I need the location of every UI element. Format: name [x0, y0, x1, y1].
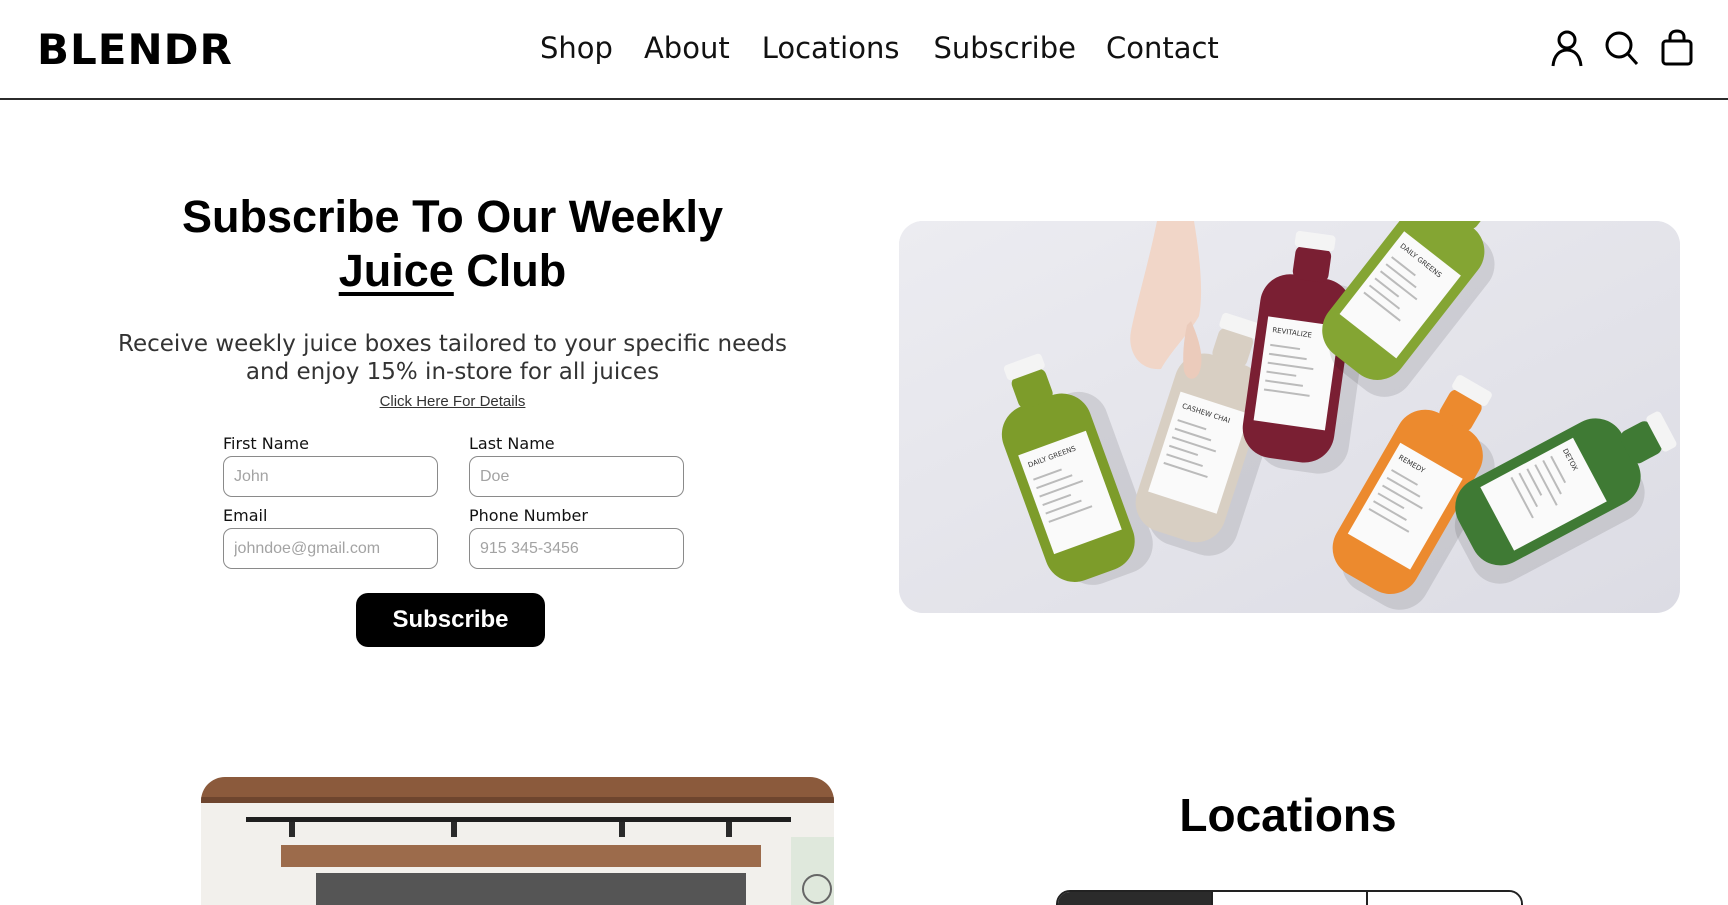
search-icon[interactable] [1602, 28, 1640, 68]
nav-subscribe[interactable]: Subscribe [933, 28, 1075, 68]
nav-locations[interactable]: Locations [762, 28, 900, 68]
details-link[interactable]: Click Here For Details [340, 393, 565, 410]
first-name-input[interactable] [223, 456, 438, 497]
email-label: Email [223, 506, 268, 525]
subscribe-heading-rest: Club [453, 245, 567, 296]
store-interior-illustration [201, 777, 834, 905]
subscribe-heading: Subscribe To Our Weekly Juice Club [140, 190, 765, 298]
last-name-label: Last Name [469, 434, 555, 453]
nav-about[interactable]: About [644, 28, 730, 68]
phone-label: Phone Number [469, 506, 588, 525]
phone-field: Phone Number [469, 506, 684, 569]
locations-heading: Locations [1179, 789, 1397, 841]
subscribe-heading-highlight: Juice [338, 245, 454, 296]
brand-logo[interactable]: BLENDR [37, 25, 233, 75]
first-name-label: First Name [223, 434, 309, 453]
location-tab-2[interactable] [1213, 892, 1368, 905]
subscribe-heading-line1: Subscribe To Our Weekly [182, 191, 723, 242]
main-nav: Shop About Locations Subscribe Contact [540, 28, 1219, 68]
location-tabs [1056, 890, 1523, 905]
email-input[interactable] [223, 528, 438, 569]
account-icon[interactable] [1548, 28, 1586, 68]
phone-input[interactable] [469, 528, 684, 569]
subscribe-description: Receive weekly juice boxes tailored to y… [118, 331, 787, 385]
subscribe-button[interactable]: Subscribe [356, 593, 545, 647]
juice-bottles-image: DAILY GREENS CASHEW CHAI REVITALIZE DAILY G… [899, 221, 1680, 613]
nav-shop[interactable]: Shop [540, 28, 613, 68]
first-name-field: First Name [223, 434, 438, 497]
store-interior-image [201, 777, 834, 905]
email-field: Email [223, 506, 438, 569]
location-tab-1[interactable] [1058, 892, 1213, 905]
last-name-input[interactable] [469, 456, 684, 497]
juice-bottles-illustration: DAILY GREENSCASHEW CHAIREVITALIZEDAILY G… [899, 221, 1680, 613]
site-header: BLENDR Shop About Locations Subscribe Co… [0, 0, 1728, 100]
last-name-field: Last Name [469, 434, 684, 497]
shopping-bag-icon[interactable] [1658, 28, 1696, 68]
location-tab-3[interactable] [1368, 892, 1521, 905]
nav-contact[interactable]: Contact [1106, 28, 1219, 68]
